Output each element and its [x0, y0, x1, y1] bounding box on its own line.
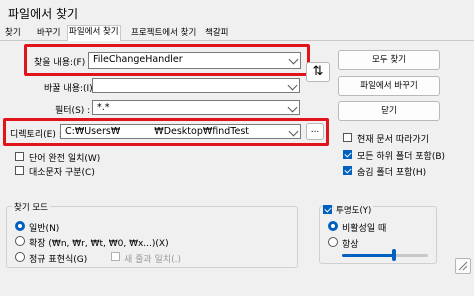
chevron-down-icon[interactable] — [287, 102, 298, 113]
dot-matches-newline-checkbox[interactable] — [111, 252, 120, 261]
transparency-checkbox[interactable] — [323, 205, 332, 214]
transparency-title: 투명도(Y) — [334, 204, 374, 216]
chevron-down-icon[interactable] — [288, 54, 299, 65]
directory-input-value: C:₩Users₩ — [65, 126, 121, 137]
directory-input[interactable]: C:₩Users₩ ₩Desktop₩findTest — [60, 124, 301, 139]
replace-input[interactable] — [92, 78, 300, 93]
replace-in-files-button[interactable]: 파일에서 바꾸기 — [338, 76, 440, 96]
transparency-inactive-radio[interactable] — [328, 221, 338, 231]
match-case-label: 대소문자 구분(C) — [29, 168, 95, 178]
resize-grip-icon[interactable] — [455, 258, 471, 274]
transparency-always-label: 항상 — [342, 240, 359, 250]
tab-find-in-projects[interactable]: 프로젝트에서 찾기 — [130, 27, 197, 40]
chevron-down-icon[interactable] — [287, 80, 298, 91]
directory-input-value-tail: ₩Desktop₩findTest — [154, 126, 250, 137]
match-whole-word-checkbox[interactable] — [15, 152, 24, 161]
include-subfolders-label: 모든 하위 폴더 포함(B) — [357, 152, 446, 162]
follow-current-doc-checkbox[interactable] — [343, 133, 352, 142]
replace-label: 바꿀 내용:(I) — [44, 84, 93, 94]
transparency-slider-fill — [342, 254, 394, 257]
browse-button[interactable]: ... — [306, 123, 324, 140]
dot-matches-newline-label: 새 줄과 일치(.) — [124, 255, 182, 265]
match-case-checkbox[interactable] — [15, 166, 24, 175]
window-title: 파일에서 찾기 — [8, 7, 79, 21]
mode-regex-label: 정규 표현식(G) — [29, 255, 88, 265]
match-whole-word-label: 단어 완전 일치(W) — [29, 154, 101, 164]
filter-label: 필터(S) : — [55, 106, 91, 116]
tab-replace[interactable]: 바꾸기 — [36, 27, 61, 40]
transparency-slider-track[interactable] — [342, 254, 428, 257]
chevron-down-icon[interactable] — [288, 126, 299, 137]
find-input[interactable]: FileChangeHandler — [88, 52, 301, 69]
follow-current-doc-label: 현재 문서 따라가기 — [357, 135, 429, 145]
filter-input[interactable]: *.* — [92, 100, 300, 115]
transparency-inactive-label: 비활성일 때 — [342, 224, 387, 234]
find-all-button[interactable]: 모두 찾기 — [338, 50, 440, 70]
include-hidden-folders-checkbox[interactable] — [343, 166, 352, 175]
swap-button[interactable]: ⇅ — [306, 62, 330, 82]
find-label: 찾을 내용:(F) — [34, 58, 86, 68]
mode-normal-label: 일반(N) — [29, 224, 60, 234]
mode-extended-radio[interactable] — [15, 236, 25, 246]
find-input-value: FileChangeHandler — [93, 54, 183, 65]
include-hidden-folders-label: 숨김 폴더 포함(H) — [357, 168, 427, 178]
mode-regex-radio[interactable] — [15, 252, 25, 262]
tab-find[interactable]: 찾기 — [4, 27, 22, 40]
search-mode-title: 찾기 모드 — [12, 201, 50, 213]
close-button[interactable]: 닫기 — [338, 101, 440, 121]
transparency-always-radio[interactable] — [328, 237, 338, 247]
directory-label: 디렉토리(E) : — [10, 130, 62, 140]
mode-normal-radio[interactable] — [15, 221, 25, 231]
transparency-slider-thumb[interactable] — [391, 249, 396, 261]
tab-find-in-files[interactable]: 파일에서 찾기 — [67, 25, 121, 41]
filter-input-value: *.* — [97, 102, 110, 113]
title-bar: 파일에서 찾기 — [0, 0, 474, 26]
tab-bookmarks[interactable]: 책갈피 — [204, 27, 229, 40]
include-subfolders-checkbox[interactable] — [343, 150, 352, 159]
mode-extended-label: 확장 (₩n, ₩r, ₩t, ₩0, ₩x...)(X) — [29, 239, 169, 249]
